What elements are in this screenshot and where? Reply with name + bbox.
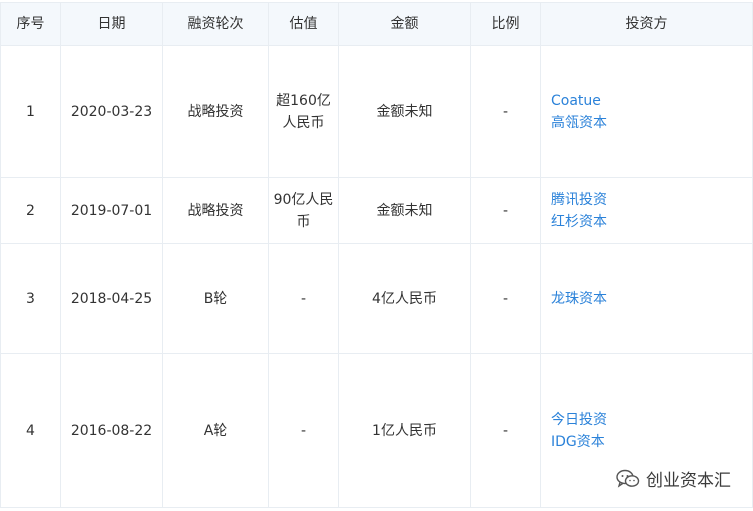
header-ratio: 比例 [470,2,541,46]
cell-date: 2019-07-01 [60,177,163,244]
cell-date: 2020-03-23 [60,45,163,178]
cell-index: 4 [0,353,61,508]
watermark: 创业资本汇 [616,466,731,491]
cell-amount: 金额未知 [338,177,471,244]
watermark-text: 创业资本汇 [646,471,731,491]
investor-link[interactable]: 红杉资本 [551,211,748,233]
cell-date: 2016-08-22 [60,353,163,508]
funding-table: 序号 日期 融资轮次 估值 金额 比例 投资方 1 2020-03-23 战略投… [0,2,753,508]
wechat-icon [616,469,640,489]
cell-investors: 腾讯投资 红杉资本 [540,177,753,244]
cell-round: 战略投资 [162,45,269,178]
header-round: 融资轮次 [162,2,269,46]
cell-amount: 4亿人民币 [338,243,471,354]
table-header-row: 序号 日期 融资轮次 估值 金额 比例 投资方 [0,2,753,46]
cell-ratio: - [470,177,541,244]
cell-amount: 金额未知 [338,45,471,178]
cell-valuation: - [268,243,339,354]
cell-valuation: - [268,353,339,508]
investor-link[interactable]: Coatue [551,90,748,112]
investor-link[interactable]: 龙珠资本 [551,288,748,310]
cell-round: A轮 [162,353,269,508]
header-investors: 投资方 [540,2,753,46]
investor-link[interactable]: IDG资本 [551,431,748,453]
cell-valuation: 90亿人民币 [268,177,339,244]
cell-index: 3 [0,243,61,354]
table-row: 3 2018-04-25 B轮 - 4亿人民币 - 龙珠资本 [0,243,753,354]
header-valuation: 估值 [268,2,339,46]
cell-round: B轮 [162,243,269,354]
cell-ratio: - [470,45,541,178]
cell-index: 2 [0,177,61,244]
cell-amount: 1亿人民币 [338,353,471,508]
cell-index: 1 [0,45,61,178]
cell-round: 战略投资 [162,177,269,244]
cell-investors: Coatue 高瓴资本 [540,45,753,178]
investor-link[interactable]: 腾讯投资 [551,189,748,211]
table-row: 2 2019-07-01 战略投资 90亿人民币 金额未知 - 腾讯投资 红杉资… [0,177,753,244]
header-index: 序号 [0,2,61,46]
header-amount: 金额 [338,2,471,46]
cell-valuation: 超160亿人民币 [268,45,339,178]
table-row: 1 2020-03-23 战略投资 超160亿人民币 金额未知 - Coatue… [0,45,753,178]
cell-ratio: - [470,243,541,354]
investor-link[interactable]: 今日投资 [551,409,748,431]
investor-link[interactable]: 高瓴资本 [551,112,748,134]
cell-date: 2018-04-25 [60,243,163,354]
cell-ratio: - [470,353,541,508]
header-date: 日期 [60,2,163,46]
cell-investors: 龙珠资本 [540,243,753,354]
